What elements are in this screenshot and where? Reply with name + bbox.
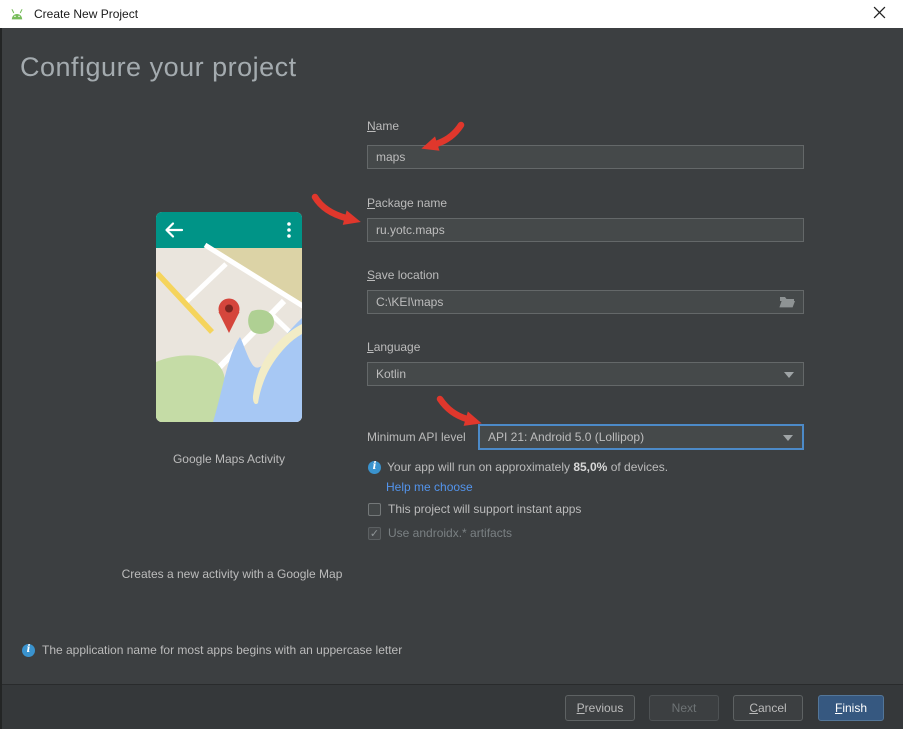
language-label: Language — [367, 340, 421, 354]
window-titlebar: Create New Project — [0, 0, 903, 28]
validation-info-row: The application name for most apps begin… — [22, 643, 402, 657]
window-title: Create New Project — [34, 7, 139, 21]
checkbox-checked-icon: ✓ — [368, 526, 381, 540]
save-location-label: Save location — [367, 268, 440, 282]
package-name-label: Package name — [367, 196, 448, 210]
page-title: Configure your project — [20, 52, 297, 82]
name-label: Name — [367, 119, 400, 133]
arrow-package-field — [311, 193, 361, 225]
package-name-input[interactable]: ru.yotc.maps — [367, 218, 804, 242]
help-me-choose-link[interactable]: Help me choose — [386, 480, 473, 494]
api-info-row: Your app will run on approximately 85,0%… — [368, 460, 668, 474]
dialog-body: Configure your project Google Maps Activ… — [0, 28, 903, 729]
close-button[interactable] — [867, 3, 891, 25]
checkbox-unchecked-icon[interactable] — [368, 502, 381, 516]
template-preview-card — [156, 212, 302, 422]
previous-button[interactable]: Previous — [565, 695, 635, 721]
folder-browse-icon[interactable] — [779, 296, 795, 311]
info-icon — [368, 460, 381, 474]
chevron-down-icon — [784, 372, 794, 378]
template-description: Creates a new activity with a Google Map — [121, 567, 343, 581]
android-icon — [8, 6, 28, 22]
api-info-text: Your app will run on approximately 85,0%… — [387, 460, 669, 474]
cancel-button[interactable]: Cancel — [733, 695, 803, 721]
close-icon — [873, 6, 886, 22]
finish-button[interactable]: Finish — [818, 695, 884, 721]
next-button[interactable]: Next — [649, 695, 719, 721]
overflow-menu-icon — [287, 222, 291, 238]
template-name: Google Maps Activity — [172, 452, 286, 466]
map-illustration — [156, 242, 302, 422]
min-api-label: Minimum API level — [367, 430, 466, 444]
save-location-input[interactable]: C:\KEI\maps — [367, 290, 804, 314]
footer-bar: Previous Next Cancel Finish — [2, 684, 903, 729]
language-select[interactable]: Kotlin — [367, 362, 804, 386]
instant-apps-label: This project will support instant apps — [388, 502, 582, 516]
instant-apps-checkbox-row[interactable]: This project will support instant apps — [368, 502, 581, 516]
min-api-select[interactable]: API 21: Android 5.0 (Lollipop) — [478, 424, 804, 450]
chevron-down-icon — [783, 435, 793, 441]
validation-info-text: The application name for most apps begin… — [42, 643, 403, 657]
androidx-checkbox-row: ✓ Use androidx.* artifacts — [368, 526, 512, 540]
androidx-label: Use androidx.* artifacts — [388, 526, 513, 540]
arrow-name-field — [421, 121, 465, 151]
info-icon — [22, 643, 35, 657]
arrow-api-select — [436, 395, 482, 426]
name-input[interactable]: maps — [367, 145, 804, 169]
